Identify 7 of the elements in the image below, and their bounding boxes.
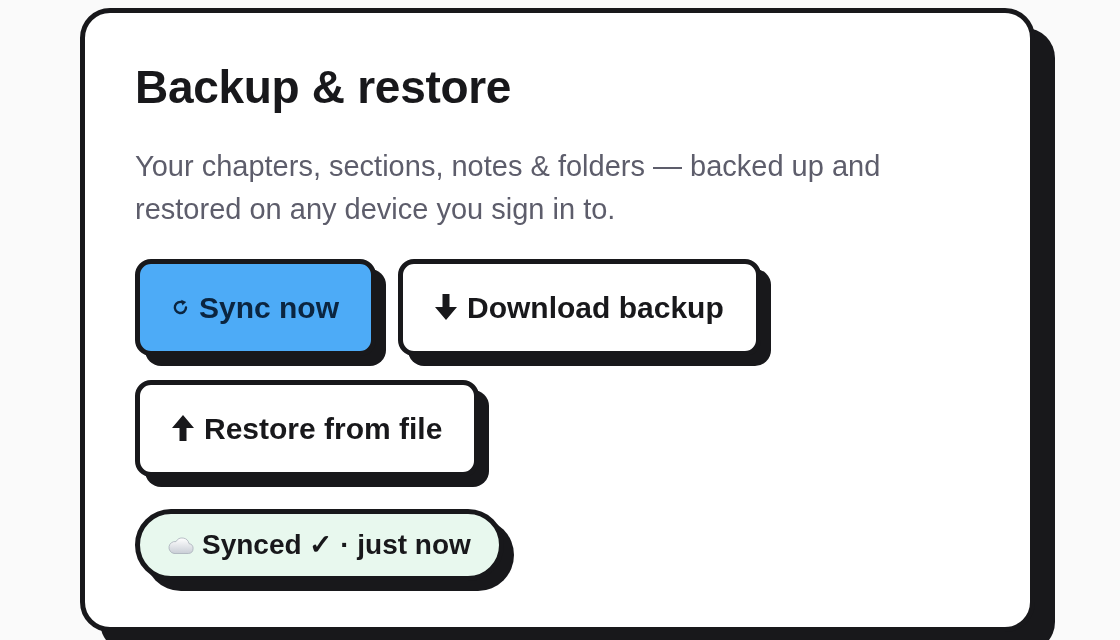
up-arrow-icon — [172, 415, 194, 442]
card-title: Backup & restore — [135, 61, 513, 114]
cloud-icon — [168, 535, 194, 554]
card-description: Your chapters, sections, notes & folders — backed up and restored on any device you sign in to. — [135, 148, 882, 227]
down-arrow-icon — [435, 294, 458, 321]
circular-arrow-icon — [172, 298, 189, 316]
sync-status-text: Synced ✓ · just now — [202, 527, 471, 562]
